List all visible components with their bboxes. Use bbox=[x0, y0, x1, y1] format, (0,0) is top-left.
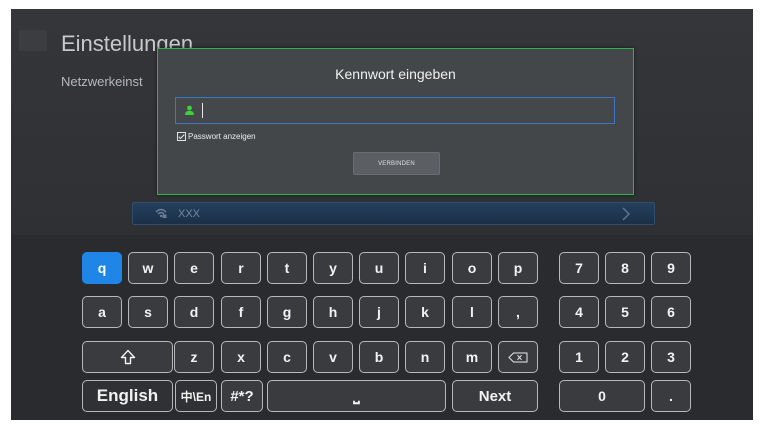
network-name: XXX bbox=[178, 208, 201, 220]
numpad-key-dot[interactable]: . bbox=[651, 380, 691, 412]
key-h[interactable]: h bbox=[313, 296, 353, 328]
backspace-icon bbox=[508, 352, 528, 362]
key-d[interactable]: d bbox=[174, 296, 214, 328]
show-password-checkbox[interactable] bbox=[177, 131, 186, 141]
user-icon bbox=[185, 105, 194, 115]
key-e[interactable]: e bbox=[174, 252, 214, 284]
key-g[interactable]: g bbox=[267, 296, 307, 328]
numpad-key-9[interactable]: 9 bbox=[651, 252, 691, 284]
tv-screen: Einstellungen Netzwerkeinst Kennwort ein… bbox=[11, 9, 753, 420]
password-dialog: Kennwort eingeben Passwort anzeigen VERB… bbox=[157, 48, 634, 195]
key-b[interactable]: b bbox=[359, 341, 399, 373]
numpad-key-0[interactable]: 0 bbox=[559, 380, 645, 412]
connect-button[interactable]: VERBINDEN bbox=[353, 152, 440, 175]
numpad-key-3[interactable]: 3 bbox=[651, 341, 691, 373]
numpad-key-2[interactable]: 2 bbox=[605, 341, 645, 373]
key-m[interactable]: m bbox=[452, 341, 492, 373]
language-switch-key[interactable]: 中\En bbox=[175, 380, 217, 412]
numpad-key-4[interactable]: 4 bbox=[559, 296, 599, 328]
key-c[interactable]: c bbox=[267, 341, 307, 373]
network-item[interactable]: XXX bbox=[132, 202, 655, 225]
key-u[interactable]: u bbox=[359, 252, 399, 284]
next-key[interactable]: Next bbox=[452, 380, 538, 412]
key-o[interactable]: o bbox=[452, 252, 492, 284]
key-i[interactable]: i bbox=[405, 252, 445, 284]
key-v[interactable]: v bbox=[313, 341, 353, 373]
key-s[interactable]: s bbox=[128, 296, 168, 328]
key-w[interactable]: w bbox=[128, 252, 168, 284]
key-f[interactable]: f bbox=[221, 296, 261, 328]
shift-icon bbox=[120, 349, 135, 365]
password-input[interactable] bbox=[175, 97, 615, 124]
key-q[interactable]: q bbox=[82, 252, 122, 284]
key-x[interactable]: x bbox=[221, 341, 261, 373]
text-cursor bbox=[202, 103, 203, 118]
settings-icon bbox=[19, 30, 47, 51]
numpad-key-5[interactable]: 5 bbox=[605, 296, 645, 328]
space-key[interactable]: ⎵ bbox=[267, 380, 446, 412]
numpad-key-6[interactable]: 6 bbox=[651, 296, 691, 328]
key-l[interactable]: l bbox=[452, 296, 492, 328]
show-password-option[interactable]: Passwort anzeigen bbox=[177, 130, 256, 142]
key-j[interactable]: j bbox=[359, 296, 399, 328]
key-y[interactable]: y bbox=[313, 252, 353, 284]
shift-key[interactable] bbox=[82, 341, 173, 373]
dialog-title: Kennwort eingeben bbox=[335, 66, 456, 82]
key-t[interactable]: t bbox=[267, 252, 307, 284]
backspace-key[interactable] bbox=[498, 341, 538, 373]
english-key[interactable]: English bbox=[82, 380, 173, 412]
wifi-lock-icon bbox=[155, 208, 167, 218]
page-subtitle: Netzwerkeinst bbox=[61, 74, 143, 89]
numpad-key-1[interactable]: 1 bbox=[559, 341, 599, 373]
key-k[interactable]: k bbox=[405, 296, 445, 328]
key-z[interactable]: z bbox=[174, 341, 214, 373]
key-comma[interactable]: , bbox=[498, 296, 538, 328]
show-password-label: Passwort anzeigen bbox=[188, 131, 256, 141]
key-p[interactable]: p bbox=[498, 252, 538, 284]
on-screen-keyboard: qwertyuiop asdfghjkl, zxcvbnm 789456123 … bbox=[11, 235, 753, 420]
chevron-right-icon bbox=[622, 207, 631, 221]
numpad-key-8[interactable]: 8 bbox=[605, 252, 645, 284]
key-n[interactable]: n bbox=[405, 341, 445, 373]
symbols-key[interactable]: #*? bbox=[221, 380, 263, 412]
key-r[interactable]: r bbox=[221, 252, 261, 284]
numpad-key-7[interactable]: 7 bbox=[559, 252, 599, 284]
key-a[interactable]: a bbox=[82, 296, 122, 328]
